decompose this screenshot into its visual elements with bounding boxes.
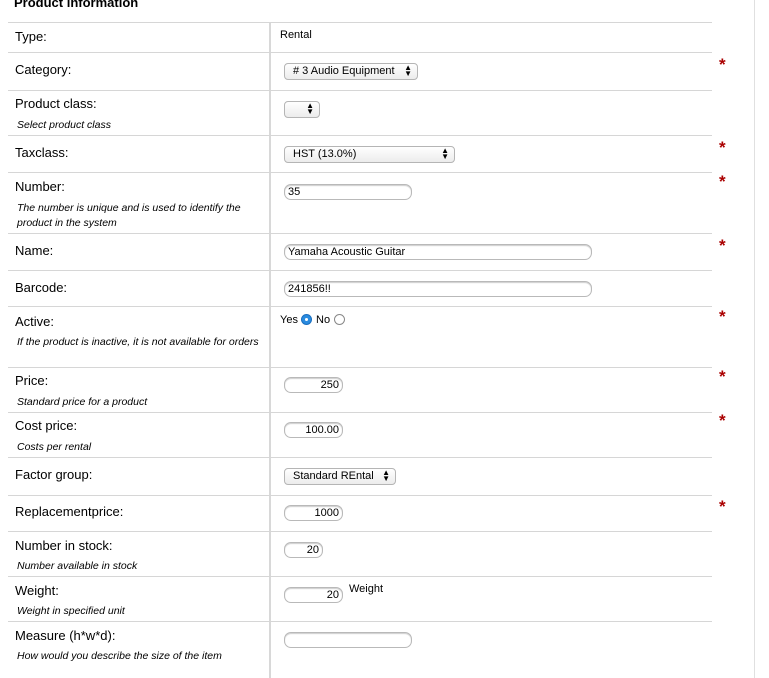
name-input[interactable]: Yamaha Acoustic Guitar — [284, 244, 592, 260]
number-label: Number: — [15, 179, 65, 194]
required-marker: * — [719, 172, 726, 191]
active-hint: If the product is inactive, it is not av… — [17, 336, 259, 348]
select-arrows-icon: ▲ ▼ — [404, 63, 412, 78]
measure-label: Measure (h*w*d): — [15, 628, 116, 643]
product-class-hint: Select product class — [17, 119, 111, 131]
row-separator — [8, 233, 712, 234]
select-arrows-icon: ▲ ▼ — [306, 101, 314, 116]
required-marker: * — [719, 55, 726, 74]
number-input[interactable]: 35 — [284, 184, 412, 200]
weight-input[interactable]: 20 — [284, 587, 343, 603]
type-value: Rental — [280, 29, 312, 41]
category-select[interactable]: # 3 Audio Equipment ▲ ▼ — [284, 63, 418, 80]
barcode-label: Barcode: — [15, 280, 68, 295]
factor-group-select[interactable]: Standard REntal ▲ ▼ — [284, 468, 396, 485]
active-yes-label: Yes — [280, 314, 298, 326]
section-title: Product information — [14, 0, 139, 10]
row-separator — [8, 495, 712, 496]
row-separator — [8, 270, 712, 271]
product-class-select[interactable]: ▲ ▼ — [284, 101, 320, 118]
replacement-price-input[interactable]: 1000 — [284, 505, 343, 521]
factor-group-selected-value: Standard REntal — [293, 470, 374, 482]
column-divider — [269, 22, 271, 678]
weight-label: Weight: — [15, 583, 59, 598]
taxclass-select[interactable]: HST (13.0%) ▲ ▼ — [284, 146, 455, 163]
select-arrows-icon: ▲ ▼ — [441, 146, 449, 161]
number-hint: The number is unique and is used to iden… — [17, 202, 241, 229]
active-no-label: No — [316, 314, 331, 326]
cost-price-input[interactable]: 100.00 — [284, 422, 343, 438]
price-label: Price: — [15, 373, 49, 388]
required-marker: * — [719, 411, 726, 430]
number-in-stock-input[interactable]: 20 — [284, 542, 323, 558]
row-separator — [8, 90, 712, 91]
number-in-stock-label: Number in stock: — [15, 538, 113, 553]
required-marker: * — [719, 497, 726, 516]
right-border — [754, 0, 755, 678]
taxclass-selected-value: HST (13.0%) — [293, 148, 357, 160]
row-separator — [8, 412, 712, 413]
row-separator — [8, 367, 712, 368]
replacement-price-label: Replacementprice: — [15, 504, 124, 519]
number-in-stock-hint: Number available in stock — [17, 560, 138, 572]
required-marker: * — [719, 236, 726, 255]
active-label: Active: — [15, 314, 55, 329]
row-separator — [8, 135, 712, 136]
row-separator — [8, 576, 712, 577]
required-marker: * — [719, 307, 726, 326]
measure-input[interactable] — [284, 632, 412, 648]
row-separator — [8, 531, 712, 532]
type-label: Type: — [15, 29, 47, 44]
price-input[interactable]: 250 — [284, 377, 343, 393]
product-class-label: Product class: — [15, 96, 97, 111]
cost-price-label: Cost price: — [15, 418, 78, 433]
select-arrows-icon: ▲ ▼ — [382, 468, 390, 483]
row-separator — [8, 22, 712, 23]
name-label: Name: — [15, 243, 54, 258]
factor-group-label: Factor group: — [15, 467, 93, 482]
price-hint: Standard price for a product — [17, 396, 148, 408]
category-selected-value: # 3 Audio Equipment — [293, 65, 395, 77]
weight-hint: Weight in specified unit — [17, 605, 125, 617]
required-marker: * — [719, 367, 726, 386]
row-separator — [8, 52, 712, 53]
active-yes-radio[interactable] — [301, 314, 312, 325]
active-no-radio[interactable] — [334, 314, 345, 325]
cost-price-hint: Costs per rental — [17, 441, 92, 453]
required-marker: * — [719, 138, 726, 157]
measure-hint: How would you describe the size of the i… — [17, 650, 222, 662]
row-separator — [8, 306, 712, 307]
taxclass-label: Taxclass: — [15, 145, 69, 160]
row-separator — [8, 621, 712, 622]
barcode-input[interactable]: 241856!! — [284, 281, 592, 297]
row-separator — [8, 457, 712, 458]
category-label: Category: — [15, 62, 72, 77]
row-separator — [8, 172, 712, 173]
weight-unit-label: Weight — [349, 583, 384, 595]
